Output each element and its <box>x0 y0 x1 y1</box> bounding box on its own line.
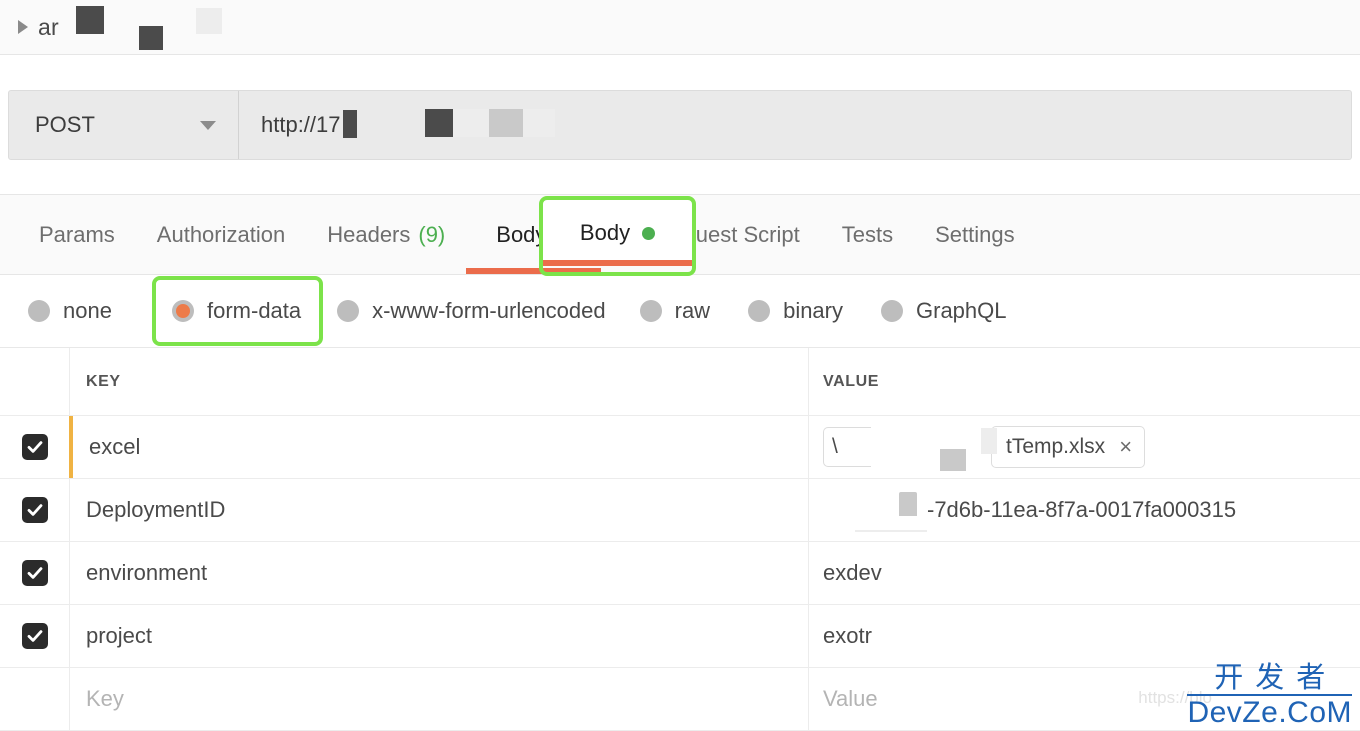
tab-settings-label: Settings <box>935 221 1015 247</box>
tab-headers[interactable]: Headers (9) <box>306 195 466 274</box>
body-type-binary-label: binary <box>783 298 843 323</box>
radio-graphql-icon <box>881 300 903 322</box>
body-type-none[interactable]: none <box>28 298 112 324</box>
redaction-url-2 <box>425 109 453 137</box>
tab-body-label: Body <box>496 221 547 247</box>
row-checkbox-cell[interactable] <box>0 605 69 667</box>
redaction-url-5 <box>523 109 555 137</box>
tab-settings[interactable]: Settings <box>914 195 1036 274</box>
table-header-key: KEY <box>69 348 809 415</box>
body-type-graphql-label: GraphQL <box>916 298 1007 323</box>
active-tab-underline <box>466 268 602 274</box>
row-key-text: project <box>86 623 153 648</box>
request-url-row: POST http://17 8/a <box>0 55 1360 195</box>
table-header-checkbox-cell <box>0 348 69 415</box>
row-value-input[interactable]: exotr <box>809 605 1360 667</box>
table-header-value: VALUE <box>823 372 880 390</box>
row-key-text: excel <box>89 434 141 459</box>
row-key-input[interactable]: DeploymentID <box>69 479 809 541</box>
redaction-url-3 <box>453 109 489 137</box>
row-value-text: exdev <box>823 560 882 585</box>
body-tab-highlighted-underline <box>543 260 692 266</box>
body-has-content-dot-icon <box>642 226 656 240</box>
body-type-none-label: none <box>63 298 112 323</box>
body-tab-highlighted-label-group[interactable]: Body <box>543 200 692 266</box>
redaction-url-1 <box>343 110 357 138</box>
new-row-key-input[interactable]: Key <box>69 668 809 730</box>
row-checkbox-checked-icon[interactable] <box>21 623 48 649</box>
row-key-input[interactable]: excel <box>69 416 809 478</box>
body-type-binary[interactable]: binary <box>748 298 843 324</box>
http-method-value: POST <box>35 112 95 137</box>
tab-authorization[interactable]: Authorization <box>136 195 306 274</box>
tab-authorization-label: Authorization <box>156 221 286 247</box>
request-tab-title[interactable]: ar <box>38 14 59 41</box>
tab-tests[interactable]: Tests <box>821 195 914 274</box>
http-method-select[interactable]: POST <box>9 91 239 159</box>
table-row[interactable]: DeploymentID -7d6b-11ea-8f7a-0017fa00031… <box>0 479 1360 542</box>
request-url-input[interactable]: http://17 8/a <box>239 91 1351 159</box>
file-chip[interactable]: tTemp.xlsx × <box>991 426 1146 468</box>
row-checkbox-checked-icon[interactable] <box>21 434 48 460</box>
chevron-down-icon <box>200 120 216 130</box>
tab-params-label: Params <box>39 221 115 247</box>
watermark-faint-url: https://blo <box>1138 688 1212 707</box>
tab-headers-count: (9) <box>418 221 446 247</box>
row-checkbox-cell-empty <box>0 668 69 730</box>
redaction-block-3 <box>196 8 222 34</box>
body-type-x-www-form-urlencoded-label: x-www-form-urlencoded <box>372 298 606 323</box>
new-row-key-placeholder: Key <box>86 686 124 711</box>
table-header-row: KEY VALUE <box>0 348 1360 416</box>
table-row[interactable]: environment exdev <box>0 542 1360 605</box>
body-type-raw-label: raw <box>674 298 711 323</box>
redaction-file-1 <box>940 449 966 471</box>
row-key-text: DeploymentID <box>86 497 226 522</box>
radio-binary-icon <box>748 300 771 322</box>
body-tab-highlighted-label: Body <box>579 220 631 245</box>
redaction-block-2 <box>139 26 163 50</box>
form-data-highlighted-label: form-data <box>207 298 302 323</box>
radio-x-www-form-urlencoded-icon <box>337 300 360 322</box>
tab-tests-label: Tests <box>841 221 894 247</box>
redaction-guid <box>899 492 917 516</box>
tab-params[interactable]: Params <box>18 195 136 274</box>
body-type-x-www-form-urlencoded[interactable]: x-www-form-urlencoded <box>337 298 606 324</box>
form-data-table: KEY VALUE excel \ tTemp.xlsx × Deploymen… <box>0 348 1360 731</box>
row-value-input[interactable]: exdev <box>809 542 1360 604</box>
redaction-block-1 <box>76 6 104 34</box>
body-type-graphql[interactable]: GraphQL <box>881 298 1007 324</box>
row-checkbox-checked-icon[interactable] <box>21 497 48 523</box>
radio-raw-icon <box>639 300 662 322</box>
row-key-input[interactable]: environment <box>69 542 809 604</box>
file-chip-name: tTemp.xlsx <box>1006 435 1106 458</box>
row-checkbox-cell[interactable] <box>0 416 69 478</box>
request-url-text-start: http://17 <box>261 112 341 137</box>
close-icon[interactable]: × <box>1119 436 1132 458</box>
file-chip-stub: \ <box>823 427 871 467</box>
new-row-value-placeholder: Value <box>823 686 878 711</box>
redaction-underline <box>855 530 927 532</box>
radio-form-data-icon <box>172 300 194 322</box>
row-value-text: exotr <box>823 623 872 648</box>
redaction-file-2 <box>981 428 997 454</box>
body-type-raw[interactable]: raw <box>639 298 711 324</box>
row-value-text: -7d6b-11ea-8f7a-0017fa000315 <box>927 497 1237 522</box>
redaction-url-4 <box>489 109 523 137</box>
row-value-file-cell[interactable]: \ tTemp.xlsx × <box>809 416 1360 478</box>
row-value-input[interactable]: -7d6b-11ea-8f7a-0017fa000315 <box>809 479 1360 541</box>
new-row-value-input[interactable]: Value <box>809 668 1360 730</box>
radio-none-icon <box>28 300 50 322</box>
window-top-bar: ar <box>0 0 1360 55</box>
table-row[interactable]: project exotr <box>0 605 1360 668</box>
row-checkbox-cell[interactable] <box>0 542 69 604</box>
row-key-text: environment <box>86 560 208 585</box>
triangle-right-icon[interactable] <box>18 20 28 34</box>
tab-headers-label: Headers <box>327 221 411 247</box>
form-data-highlighted-radio[interactable]: form-data <box>156 280 319 342</box>
request-url-bar: POST http://17 8/a <box>8 90 1352 160</box>
row-key-input[interactable]: project <box>69 605 809 667</box>
row-checkbox-cell[interactable] <box>0 479 69 541</box>
table-row[interactable]: excel \ tTemp.xlsx × <box>0 416 1360 479</box>
row-checkbox-checked-icon[interactable] <box>21 560 48 586</box>
